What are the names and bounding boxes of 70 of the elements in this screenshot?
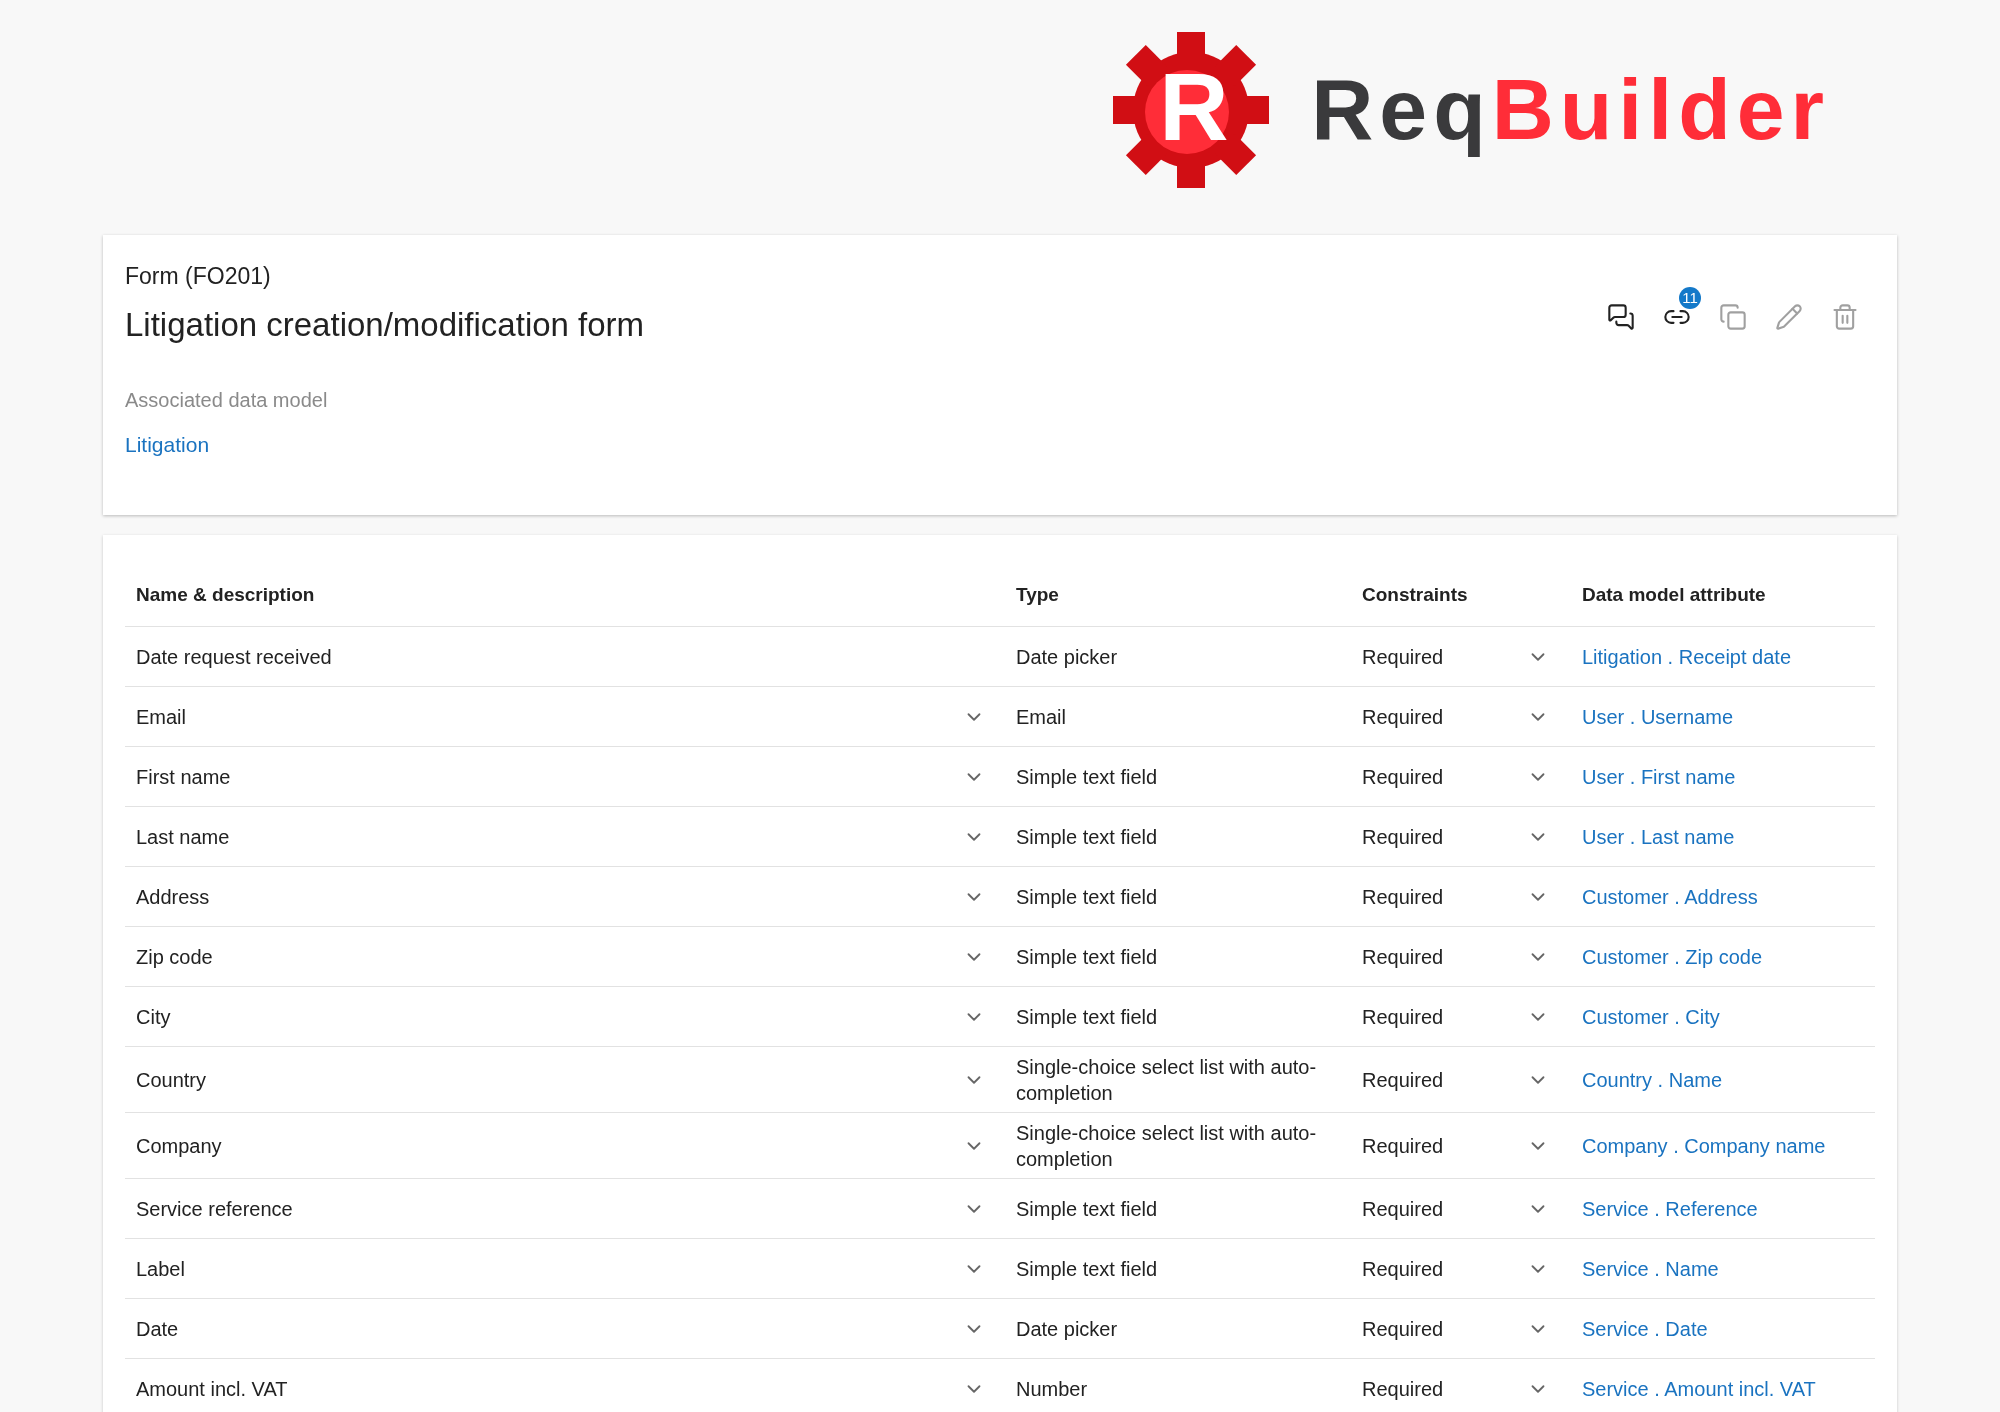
table-cell-text: Required bbox=[1362, 824, 1444, 850]
attribute-link[interactable]: User . First name bbox=[1571, 761, 1875, 792]
attribute-link[interactable]: User . Username bbox=[1571, 701, 1875, 732]
count-badge: 11 bbox=[1679, 287, 1701, 309]
table-cell-text: Date request received bbox=[136, 644, 332, 670]
table-cell-text: Service reference bbox=[136, 1196, 293, 1222]
table-cell-text: Zip code bbox=[136, 944, 213, 970]
table-cell-text: Last name bbox=[136, 824, 230, 850]
table-cell-text: Amount incl. VAT bbox=[136, 1376, 288, 1402]
table-cell-text: Required bbox=[1362, 1316, 1444, 1342]
attribute-link[interactable]: Customer . Zip code bbox=[1571, 941, 1875, 972]
attribute-link[interactable]: Service . Date bbox=[1571, 1313, 1875, 1344]
table-cell-text: Simple text field bbox=[1015, 1256, 1159, 1282]
table-cell-text: Company bbox=[136, 1133, 222, 1159]
table-cell-text: City bbox=[136, 1004, 171, 1030]
attribute-link[interactable]: Service . Reference bbox=[1571, 1193, 1875, 1224]
table-cell-text: Country bbox=[136, 1067, 207, 1093]
attribute-link[interactable]: Customer . Address bbox=[1571, 881, 1875, 912]
field-label: Associated data model bbox=[125, 388, 329, 413]
table-cell-text: Required bbox=[1362, 1067, 1444, 1093]
column-header: Type bbox=[1015, 583, 1060, 608]
table-cell-text: Required bbox=[1362, 704, 1444, 730]
form-code: Form (FO201) bbox=[125, 262, 272, 291]
table-cell-text: Required bbox=[1362, 1004, 1444, 1030]
table-cell-text: Email bbox=[1015, 704, 1067, 730]
attribute-link[interactable]: User . Last name bbox=[1571, 821, 1875, 852]
table-cell-text: Simple text field bbox=[1015, 884, 1159, 910]
table-cell-text: Number bbox=[1015, 1376, 1089, 1402]
table-cell-text: Address bbox=[136, 884, 210, 910]
table-cell-text: Single-choice select list with auto-completion bbox=[1015, 1120, 1318, 1172]
table-cell-text: Required bbox=[1362, 1256, 1444, 1282]
table-cell-text: First name bbox=[136, 764, 231, 790]
trash-icon bbox=[1831, 303, 1859, 331]
logo-wordmark: Req bbox=[1311, 60, 1492, 160]
pencil-icon bbox=[1775, 303, 1803, 331]
gear-icon bbox=[1111, 30, 1272, 190]
table-cell-text: Simple text field bbox=[1015, 1004, 1159, 1030]
table-cell-text: Required bbox=[1362, 1376, 1444, 1402]
table-cell-text: Simple text field bbox=[1015, 1196, 1159, 1222]
comments-button[interactable] bbox=[1605, 301, 1637, 333]
logo-letter: R bbox=[1159, 52, 1229, 162]
table-cell-text: Label bbox=[136, 1256, 185, 1282]
logo-wordmark: Builder bbox=[1491, 60, 1830, 160]
table-cell-text: Required bbox=[1362, 644, 1444, 670]
attribute-link[interactable]: Service . Name bbox=[1571, 1253, 1875, 1284]
table-cell-text: Single-choice select list with auto-completion bbox=[1015, 1054, 1318, 1106]
column-header: Data model attribute bbox=[1581, 583, 1767, 608]
column-header: Name & description bbox=[135, 583, 316, 608]
table-cell-text: Email bbox=[136, 704, 186, 730]
table-cell-text: Date picker bbox=[1015, 1316, 1119, 1342]
table-cell-text: Required bbox=[1362, 1133, 1444, 1159]
comments-icon bbox=[1607, 303, 1635, 331]
column-header: Constraints bbox=[1361, 583, 1469, 608]
attribute-link[interactable]: Company . Company name bbox=[1571, 1130, 1875, 1161]
table-cell-text: Date picker bbox=[1015, 644, 1119, 670]
table-cell-text: Required bbox=[1362, 884, 1444, 910]
data-model-link[interactable]: Litigation bbox=[125, 429, 645, 461]
table-cell-text: Required bbox=[1362, 1196, 1444, 1222]
attribute-link[interactable]: Litigation . Receipt date bbox=[1571, 641, 1875, 672]
table-cell-text: Required bbox=[1362, 764, 1444, 790]
table-cell-text: Date bbox=[136, 1316, 179, 1342]
form-title: Litigation creation/modification form bbox=[125, 304, 645, 345]
attribute-link[interactable]: Country . Name bbox=[1571, 1064, 1875, 1095]
copy-icon bbox=[1719, 303, 1747, 331]
table-cell-text: Simple text field bbox=[1015, 824, 1159, 850]
attribute-link[interactable]: Service . Amount incl. VAT bbox=[1571, 1373, 1875, 1404]
table-cell-text: Simple text field bbox=[1015, 764, 1159, 790]
attribute-link[interactable]: Customer . City bbox=[1571, 1001, 1875, 1032]
table-cell-text: Simple text field bbox=[1015, 944, 1159, 970]
table-cell-text: Required bbox=[1362, 944, 1444, 970]
